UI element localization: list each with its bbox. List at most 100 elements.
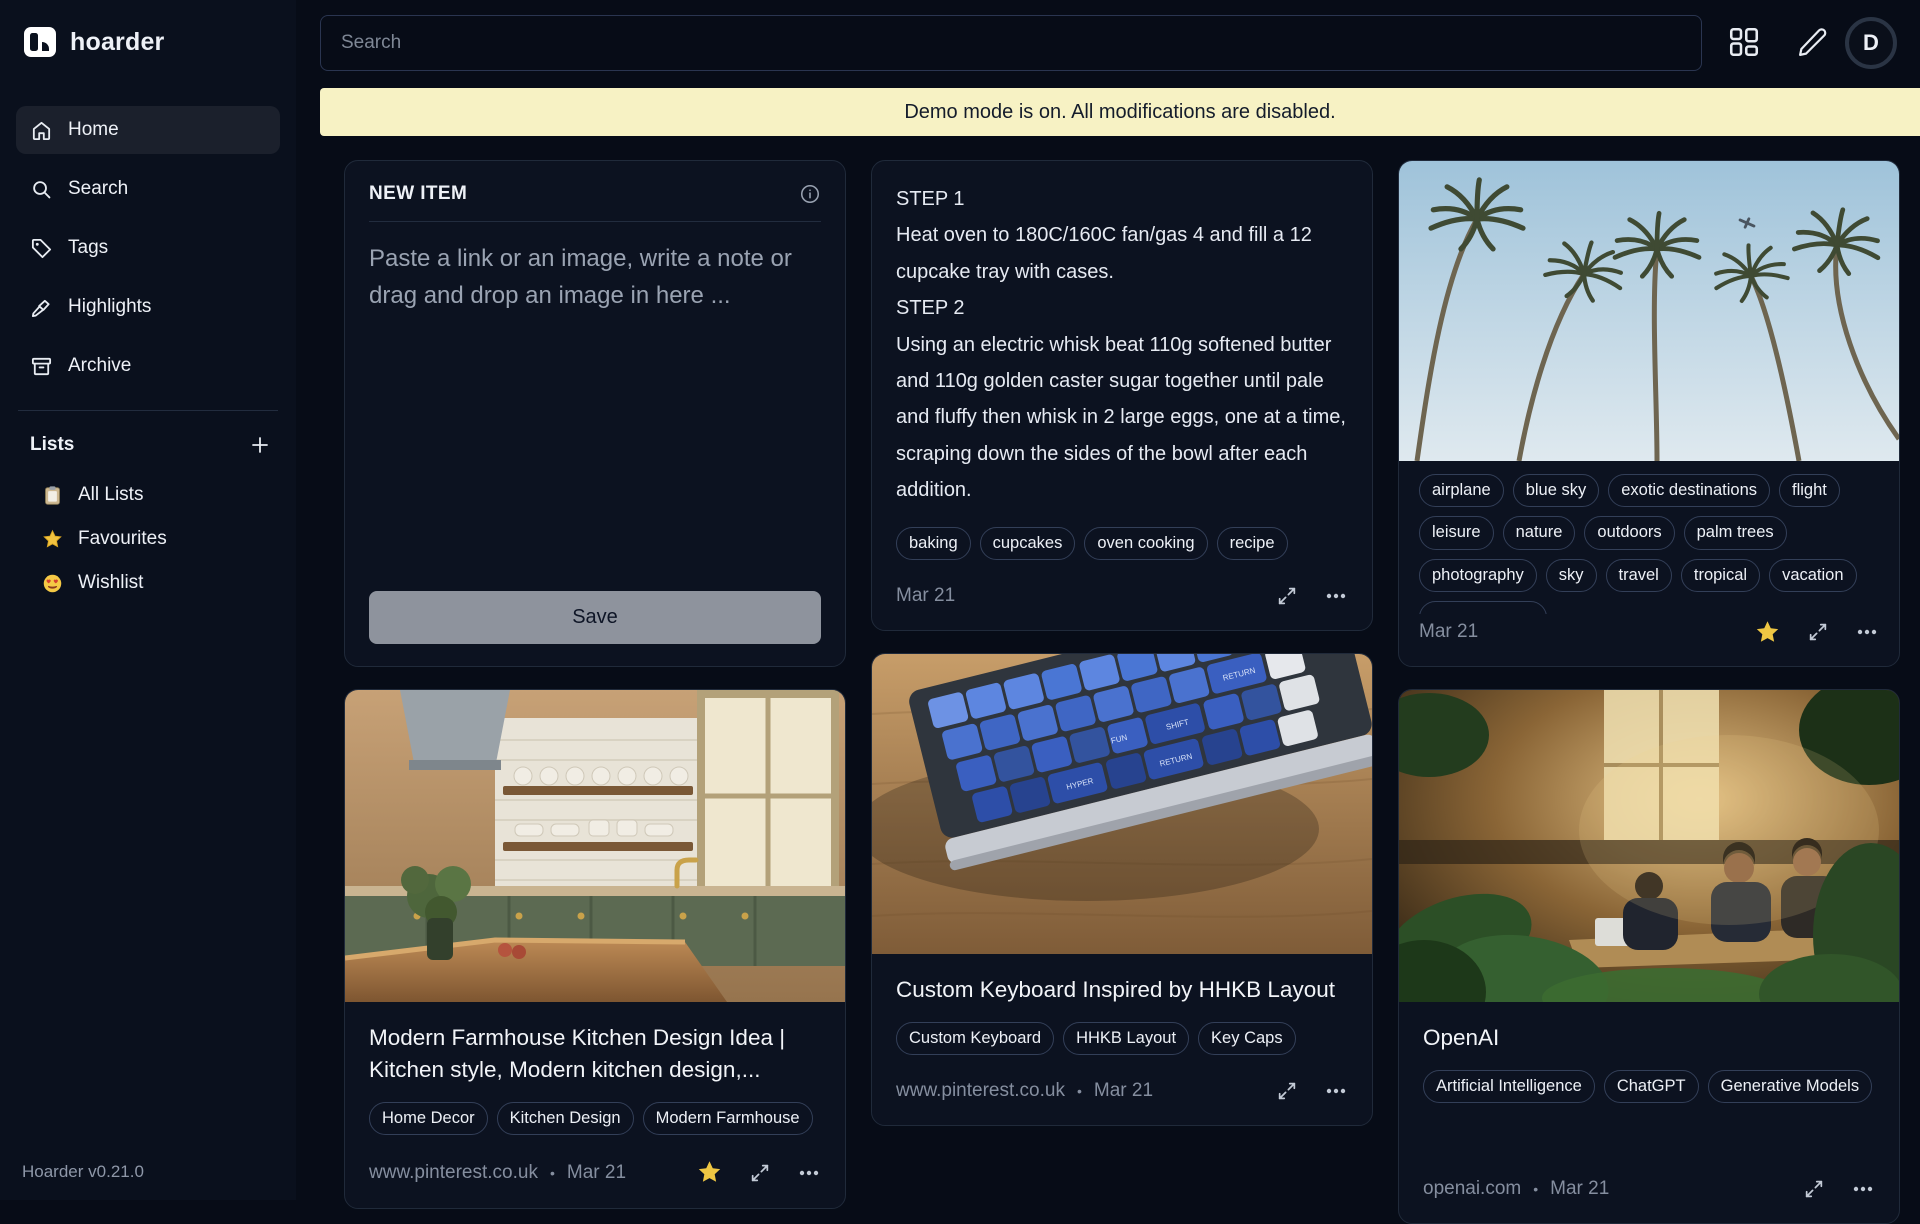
tag-pill[interactable]: cupcakes	[980, 527, 1076, 560]
step-body: Using an electric whisk beat 110g soften…	[896, 327, 1348, 509]
tag-pill[interactable]: recipe	[1217, 527, 1288, 560]
tag-pill[interactable]: HHKB Layout	[1063, 1022, 1189, 1055]
tag-pill[interactable]: outdoors	[1584, 516, 1674, 549]
list-item-label: Wishlist	[78, 572, 143, 594]
save-button[interactable]: Save	[369, 591, 821, 644]
more-options-icon[interactable]	[1851, 1177, 1875, 1201]
heart-eyes-icon	[42, 573, 63, 594]
expand-icon[interactable]	[749, 1162, 771, 1184]
tag-pill[interactable]: Key Caps	[1198, 1022, 1296, 1055]
more-options-icon[interactable]	[1324, 1079, 1348, 1103]
sidebar-item-label: Tags	[68, 237, 108, 259]
archive-icon	[30, 355, 53, 378]
openai-card: OpenAI Artificial Intelligence ChatGPT G…	[1398, 689, 1900, 1224]
tag-pill[interactable]: baking	[896, 527, 971, 560]
card-grid: NEW ITEM Paste a link or an image, write…	[344, 160, 1900, 1224]
palm-trees-image[interactable]	[1399, 161, 1899, 461]
avatar-letter: D	[1863, 30, 1879, 56]
tag-pill[interactable]: flight	[1779, 474, 1840, 507]
app-version: Hoarder v0.21.0	[22, 1162, 144, 1182]
layout-toggle-icon[interactable]	[1726, 24, 1762, 60]
card-domain[interactable]: openai.com	[1423, 1178, 1521, 1200]
tag-pill[interactable]: Modern Farmhouse	[643, 1102, 813, 1135]
sidebar-divider	[18, 410, 278, 411]
tag-pill[interactable]: oven cooking	[1084, 527, 1207, 560]
home-icon	[30, 119, 53, 142]
expand-icon[interactable]	[1807, 621, 1829, 643]
expand-icon[interactable]	[1803, 1178, 1825, 1200]
tag-pill[interactable]: nature	[1503, 516, 1576, 549]
card-domain[interactable]: www.pinterest.co.uk	[369, 1162, 538, 1184]
tag-pill[interactable]: exotic destinations	[1608, 474, 1770, 507]
keyboard-card: BACK SPACE RETURN SHIFT HYPER RETURN FUN…	[871, 653, 1373, 1126]
sidebar-item-search[interactable]: Search	[16, 165, 280, 213]
keyboard-image[interactable]: BACK SPACE RETURN SHIFT HYPER RETURN FUN	[872, 654, 1372, 954]
card-date: Mar 21	[1419, 621, 1478, 643]
expand-icon[interactable]	[1276, 1080, 1298, 1102]
card-domain[interactable]: www.pinterest.co.uk	[896, 1080, 1065, 1102]
app-logo[interactable]: hoarder	[16, 24, 280, 60]
tag-list: airplane blue sky exotic destinations fl…	[1399, 461, 1899, 614]
sidebar-item-favourites[interactable]: Favourites	[16, 517, 280, 561]
star-icon	[42, 529, 63, 550]
sidebar-item-home[interactable]: Home	[16, 106, 280, 154]
banner-text: Demo mode is on. All modifications are d…	[904, 101, 1335, 124]
new-item-editor[interactable]: Paste a link or an image, write a note o…	[369, 240, 821, 360]
tag-pill[interactable]: leisure	[1419, 516, 1494, 549]
tag-pill[interactable]: ChatGPT	[1604, 1070, 1699, 1103]
sidebar-item-archive[interactable]: Archive	[16, 342, 280, 390]
tag-list: baking cupcakes oven cooking recipe	[896, 527, 1348, 560]
add-list-button[interactable]	[248, 433, 272, 457]
hoarder-logo-icon	[22, 24, 58, 60]
card-date: Mar 21	[1550, 1178, 1609, 1200]
grid-column-3: airplane blue sky exotic destinations fl…	[1398, 160, 1900, 1224]
tag-pill[interactable]: palm trees	[1684, 516, 1787, 549]
more-options-icon[interactable]	[797, 1161, 821, 1185]
meta-separator: •	[550, 1165, 555, 1181]
user-avatar[interactable]: D	[1845, 17, 1897, 69]
card-title[interactable]: OpenAI	[1423, 1022, 1875, 1054]
kitchen-image[interactable]	[345, 690, 845, 1002]
card-title[interactable]: Custom Keyboard Inspired by HHKB Layout	[896, 974, 1348, 1006]
card-date: Mar 21	[567, 1162, 626, 1184]
tag-list: Home Decor Kitchen Design Modern Farmhou…	[369, 1102, 821, 1135]
tag-pill[interactable]: tropical	[1681, 559, 1760, 592]
tag-pill[interactable]: travel	[1606, 559, 1672, 592]
sidebar-item-all-lists[interactable]: All Lists	[16, 473, 280, 517]
new-item-title: NEW ITEM	[369, 183, 467, 205]
card-title[interactable]: Modern Farmhouse Kitchen Design Idea | K…	[369, 1022, 821, 1086]
sidebar-item-wishlist[interactable]: Wishlist	[16, 561, 280, 605]
app-name: hoarder	[70, 28, 164, 57]
info-icon[interactable]	[799, 183, 821, 205]
favourite-star-icon[interactable]	[1754, 619, 1781, 646]
note-body[interactable]: STEP 1 Heat oven to 180C/160C fan/gas 4 …	[896, 181, 1348, 509]
tag-pill[interactable]: vacation	[1769, 559, 1856, 592]
more-options-icon[interactable]	[1855, 620, 1879, 644]
tag-icon	[30, 237, 53, 260]
tag-list: Artificial Intelligence ChatGPT Generati…	[1423, 1070, 1875, 1103]
expand-icon[interactable]	[1276, 585, 1298, 607]
tag-pill[interactable]: Custom Keyboard	[896, 1022, 1054, 1055]
tag-pill[interactable]: airplane	[1419, 474, 1504, 507]
more-options-icon[interactable]	[1324, 584, 1348, 608]
tag-pill[interactable]: blue sky	[1513, 474, 1600, 507]
search-input[interactable]	[320, 15, 1702, 71]
openai-office-image[interactable]	[1399, 690, 1899, 1002]
tag-pill[interactable]: Kitchen Design	[497, 1102, 634, 1135]
sidebar-item-tags[interactable]: Tags	[16, 224, 280, 272]
favourite-star-icon[interactable]	[696, 1159, 723, 1186]
meta-separator: •	[1533, 1181, 1538, 1197]
step-title: STEP 2	[896, 290, 1348, 326]
edit-pencil-icon[interactable]	[1796, 26, 1829, 59]
tag-pill[interactable]: Artificial Intelligence	[1423, 1070, 1595, 1103]
tag-pill[interactable]: sky	[1546, 559, 1597, 592]
sidebar-item-highlights[interactable]: Highlights	[16, 283, 280, 331]
tag-pill[interactable]: Generative Models	[1708, 1070, 1873, 1103]
sidebar-item-label: Search	[68, 178, 128, 200]
meta-separator: •	[1077, 1083, 1082, 1099]
sidebar-item-label: Archive	[68, 355, 131, 377]
tag-pill[interactable]: photography	[1419, 559, 1537, 592]
tag-pill[interactable]: Home Decor	[369, 1102, 488, 1135]
recipe-note-card: STEP 1 Heat oven to 180C/160C fan/gas 4 …	[871, 160, 1373, 631]
grid-column-1: NEW ITEM Paste a link or an image, write…	[344, 160, 846, 1209]
